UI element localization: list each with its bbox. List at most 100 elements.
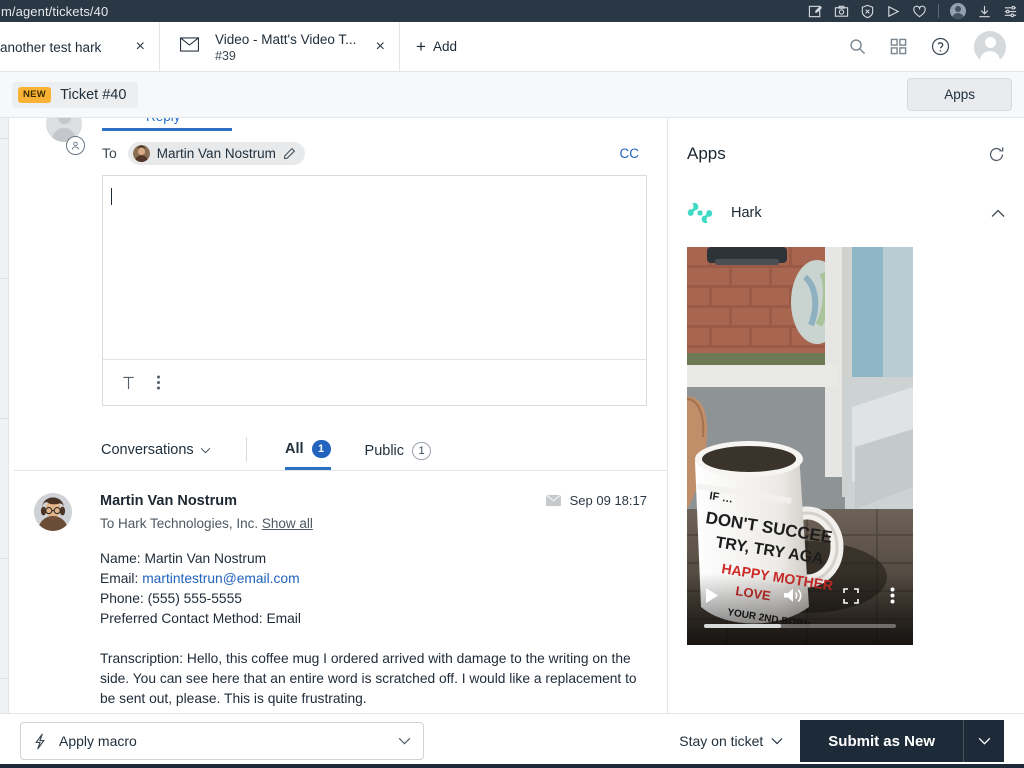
field-phone-value: (555) 555-5555: [148, 591, 242, 606]
field-email-label: Email:: [100, 571, 138, 586]
tab-another-test-hark[interactable]: another test hark ×: [0, 22, 160, 72]
download-icon[interactable]: [977, 4, 992, 19]
video-buttons: [687, 587, 913, 604]
field-email-value[interactable]: martintestrun@email.com: [142, 571, 299, 586]
tab-strip: another test hark × Video - Matt's Video…: [0, 22, 1024, 72]
search-icon[interactable]: [849, 38, 866, 55]
conversations-dropdown[interactable]: Conversations: [101, 442, 211, 458]
message-sender: Martin Van Nostrum: [100, 493, 237, 509]
tab-texts: another test hark: [0, 40, 126, 55]
message-editor[interactable]: [102, 175, 647, 406]
chevron-down-icon: [398, 737, 411, 745]
message-meta: Sep 09 18:17: [545, 493, 647, 508]
to-row: To Martin Van Nostrum: [97, 131, 647, 175]
bottom-action-bar: Apply macro Stay on ticket Submit as New: [0, 713, 1024, 768]
recipient-avatar: [133, 145, 150, 162]
message-body: Martin Van Nostrum Sep 09 18:17 To Hark …: [100, 493, 647, 709]
stay-on-ticket-select[interactable]: Stay on ticket: [679, 733, 783, 749]
field-name: Name: Martin Van Nostrum: [100, 549, 647, 569]
field-email: Email: martintestrun@email.com: [100, 569, 647, 589]
plus-icon: +: [416, 38, 426, 55]
message-item: Martin Van Nostrum Sep 09 18:17 To Hark …: [9, 471, 667, 709]
recipient-chip[interactable]: Martin Van Nostrum: [128, 142, 305, 165]
tab-title: Video - Matt's Video T...: [215, 32, 366, 47]
reply-tab[interactable]: Reply: [102, 118, 647, 128]
screenshot-icon[interactable]: [834, 4, 849, 19]
apply-macro-label: Apply macro: [59, 733, 137, 749]
fullscreen-icon[interactable]: [843, 588, 859, 604]
play-icon[interactable]: [705, 587, 719, 604]
refresh-icon[interactable]: [988, 146, 1005, 163]
chevron-down-icon: [771, 737, 783, 745]
video-player[interactable]: IF … DON'T SUCCEE TRY, TRY AGA HAPPY MOT…: [687, 247, 913, 645]
ticket-main-column: Reply To Martin: [9, 118, 668, 713]
tab-all[interactable]: All 1: [285, 440, 331, 470]
show-all-link[interactable]: Show all: [262, 516, 313, 531]
video-progress-bar[interactable]: [704, 624, 896, 628]
chevron-up-icon[interactable]: [991, 209, 1005, 218]
video-progress-fill: [704, 624, 781, 628]
lightning-icon: [33, 733, 47, 750]
chevron-down-icon: [200, 447, 211, 454]
message-avatar: [34, 493, 72, 531]
status-badge: NEW: [18, 87, 51, 103]
browser-chrome-bar: m/agent/tickets/40: [0, 0, 1024, 22]
cc-link[interactable]: CC: [620, 146, 640, 161]
add-tab-label: Add: [433, 39, 457, 54]
to-label: To: [102, 145, 117, 161]
tab-subtitle: #39: [215, 49, 366, 63]
browser-profile-icon[interactable]: [950, 3, 966, 19]
ticket-subheader: NEW Ticket #40 Apps: [0, 72, 1024, 118]
help-icon[interactable]: [931, 37, 950, 56]
submit-dropdown-button[interactable]: [964, 720, 1004, 762]
message-header: Martin Van Nostrum Sep 09 18:17: [100, 493, 647, 509]
tab-close-icon[interactable]: ×: [376, 39, 385, 55]
left-rail: [0, 118, 9, 713]
apps-toggle-button[interactable]: Apps: [907, 78, 1012, 111]
avatar[interactable]: [974, 31, 1006, 63]
reply-tab-label: Reply: [146, 118, 181, 124]
apps-panel-header: Apps: [687, 118, 1005, 190]
more-icon[interactable]: [890, 587, 895, 604]
apply-macro-select[interactable]: Apply macro: [20, 722, 424, 760]
apps-panel: Apps Hark: [668, 118, 1024, 713]
page-bottom-edge: [0, 764, 1024, 768]
conversation-filter-tabs: All 1 Public 1: [285, 440, 431, 470]
submit-as-new-button[interactable]: Submit as New: [800, 720, 964, 762]
app-row-hark[interactable]: Hark: [687, 190, 1005, 236]
chrome-divider: [938, 4, 939, 18]
message-timestamp: Sep 09 18:17: [570, 493, 647, 508]
url-text: m/agent/tickets/40: [0, 4, 108, 19]
ticket-chip[interactable]: NEW Ticket #40: [12, 82, 138, 108]
tab-video-matts-video[interactable]: Video - Matt's Video T... #39 ×: [160, 22, 400, 72]
tab-all-label: All: [285, 441, 304, 457]
browser-menu-icon[interactable]: [1003, 4, 1018, 19]
heart-icon[interactable]: [912, 4, 927, 19]
conversations-label: Conversations: [101, 442, 194, 458]
composer-contact-badge: [66, 136, 85, 155]
send-icon[interactable]: [886, 4, 901, 19]
add-tab-button[interactable]: + Add: [400, 22, 473, 71]
video-controls: [687, 573, 913, 645]
tab-texts: Video - Matt's Video T... #39: [215, 32, 366, 63]
text-format-icon[interactable]: [121, 375, 136, 391]
tab-public[interactable]: Public 1: [365, 440, 432, 470]
page-title: Ticket #40: [60, 87, 126, 103]
grid-icon[interactable]: [890, 38, 907, 55]
pencil-icon[interactable]: [283, 147, 296, 160]
message-fields: Name: Martin Van Nostrum Email: martinte…: [100, 549, 647, 629]
block-icon[interactable]: [860, 4, 875, 19]
field-contact-method-label: Preferred Contact Method:: [100, 611, 263, 626]
editor-text-area[interactable]: [103, 176, 646, 359]
field-phone: Phone: (555) 555-5555: [100, 589, 647, 609]
browser-chrome-icons: [808, 0, 1018, 22]
text-caret: [111, 188, 112, 205]
tab-close-icon[interactable]: ×: [136, 39, 145, 55]
topbar-actions: [849, 22, 1024, 71]
field-contact-method-value: Email: [266, 611, 301, 626]
field-phone-label: Phone:: [100, 591, 144, 606]
more-options-icon[interactable]: [156, 374, 161, 391]
volume-icon[interactable]: [783, 587, 803, 604]
tab-title: another test hark: [0, 40, 126, 55]
edit-page-icon[interactable]: [808, 4, 823, 19]
